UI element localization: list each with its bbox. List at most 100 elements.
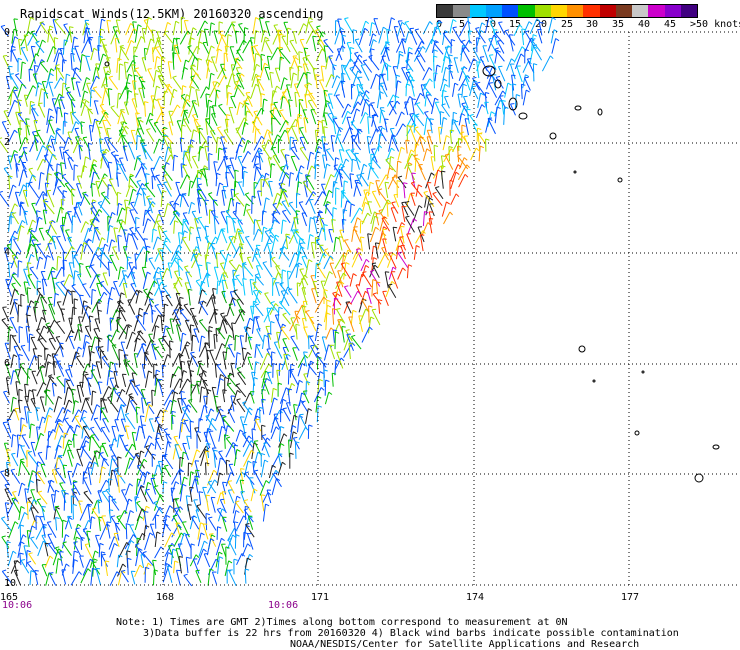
wind-barb-flag — [279, 109, 284, 112]
wind-barb-flag — [254, 303, 260, 306]
wind-barb-flag — [145, 488, 150, 491]
wind-barb-flag — [539, 22, 544, 24]
wind-barb — [268, 181, 273, 197]
wind-barb-flag — [176, 37, 181, 40]
wind-barb-flag — [27, 497, 32, 500]
wind-barb-flag — [446, 201, 450, 205]
wind-barb-flag — [372, 33, 377, 37]
wind-barb — [337, 270, 344, 288]
wind-barb-flag — [335, 157, 340, 160]
wind-barb-flag — [460, 131, 465, 134]
wind-barb — [3, 168, 12, 180]
wind-barb-flag — [164, 303, 169, 307]
wind-barb-flag — [246, 326, 251, 330]
wind-barb-flag — [168, 85, 173, 89]
wind-barb-flag — [521, 83, 526, 86]
wind-barb — [87, 143, 91, 161]
wind-barb-flag — [38, 337, 43, 340]
wind-barb-flag — [68, 399, 73, 403]
wind-barb — [154, 56, 158, 70]
wind-barb — [262, 504, 266, 522]
wind-barb-flag — [37, 280, 42, 283]
wind-barb — [71, 188, 74, 205]
wind-barb-flag — [94, 118, 99, 122]
wind-barb-flag — [282, 312, 287, 315]
wind-barb-flag — [313, 67, 318, 70]
wind-barb — [17, 304, 19, 323]
wind-barb — [35, 293, 41, 307]
wind-barb — [125, 185, 131, 198]
wind-barb-flag — [236, 366, 241, 370]
wind-barb-flag — [37, 354, 43, 357]
wind-barb-flag — [372, 262, 377, 265]
wind-barb-flag — [368, 305, 373, 308]
wind-barb-flag — [93, 328, 98, 330]
wind-barb — [92, 87, 102, 99]
wind-barb — [28, 355, 35, 370]
wind-barb — [96, 283, 102, 297]
wind-barb-flag — [30, 423, 35, 426]
wind-barb-flag — [367, 116, 372, 119]
wind-barb-flag — [40, 432, 45, 437]
wind-barb — [39, 366, 45, 385]
wind-barb-flag — [76, 355, 81, 358]
wind-barb-flag — [265, 480, 270, 484]
wind-barb-flag — [146, 128, 151, 131]
wind-barb — [132, 21, 136, 34]
wind-barb — [54, 77, 62, 89]
wind-barb — [46, 326, 57, 343]
wind-barb-flag — [357, 128, 362, 131]
wind-barb — [242, 278, 246, 296]
wind-barb — [303, 47, 308, 61]
wind-barb-flag — [246, 209, 251, 211]
wind-barb-flag — [288, 201, 293, 204]
wind-barb-flag — [71, 388, 76, 391]
wind-barb — [452, 83, 456, 97]
wind-barb — [541, 55, 551, 72]
wind-barb-flag — [264, 459, 269, 463]
wind-barb — [352, 29, 355, 44]
wind-barb-flag — [126, 360, 131, 363]
wind-barb — [369, 22, 373, 37]
wind-barb-flag — [340, 189, 345, 192]
wind-barb — [415, 114, 425, 127]
wind-barb-flag — [50, 68, 55, 72]
wind-barb-flag — [292, 425, 297, 428]
wind-barb-flag — [91, 201, 96, 204]
wind-barb-flag — [107, 396, 112, 399]
wind-barb-flag — [234, 57, 240, 60]
wind-barb — [80, 397, 87, 412]
wind-barb — [281, 36, 291, 53]
wind-barb-flag — [354, 51, 359, 54]
wind-barb-flag — [110, 361, 115, 365]
wind-barb-flag — [24, 383, 29, 386]
wind-barb-flag — [242, 401, 247, 404]
wind-barb — [244, 236, 254, 252]
wind-barb-flag — [211, 417, 216, 422]
wind-barb-flag — [282, 398, 287, 402]
wind-barb — [91, 289, 93, 305]
wind-barb-flag — [305, 174, 310, 176]
wind-barb — [134, 330, 141, 343]
wind-barb — [303, 327, 310, 340]
wind-barb-flag — [279, 363, 284, 366]
wind-barb-flag — [358, 54, 363, 58]
wind-barb — [101, 515, 108, 531]
wind-barb-flag — [263, 98, 268, 102]
wind-barb-flag — [101, 110, 106, 112]
wind-barb-flag — [238, 23, 243, 25]
wind-barb-flag — [44, 200, 49, 203]
wind-map[interactable] — [0, 0, 740, 650]
wind-barb — [108, 478, 110, 493]
wind-barb-flag — [74, 400, 79, 403]
wind-barb-flag — [47, 173, 52, 176]
wind-barb — [343, 200, 348, 214]
wind-barb-flag — [18, 354, 23, 357]
wind-barb-flag — [218, 103, 223, 107]
wind-barb-flag — [148, 435, 153, 439]
wind-barb — [23, 34, 28, 52]
wind-barb-flag — [132, 431, 137, 434]
wind-barb-flag — [182, 397, 187, 400]
wind-barb-flag — [135, 216, 140, 220]
wind-barb-flag — [347, 103, 352, 108]
